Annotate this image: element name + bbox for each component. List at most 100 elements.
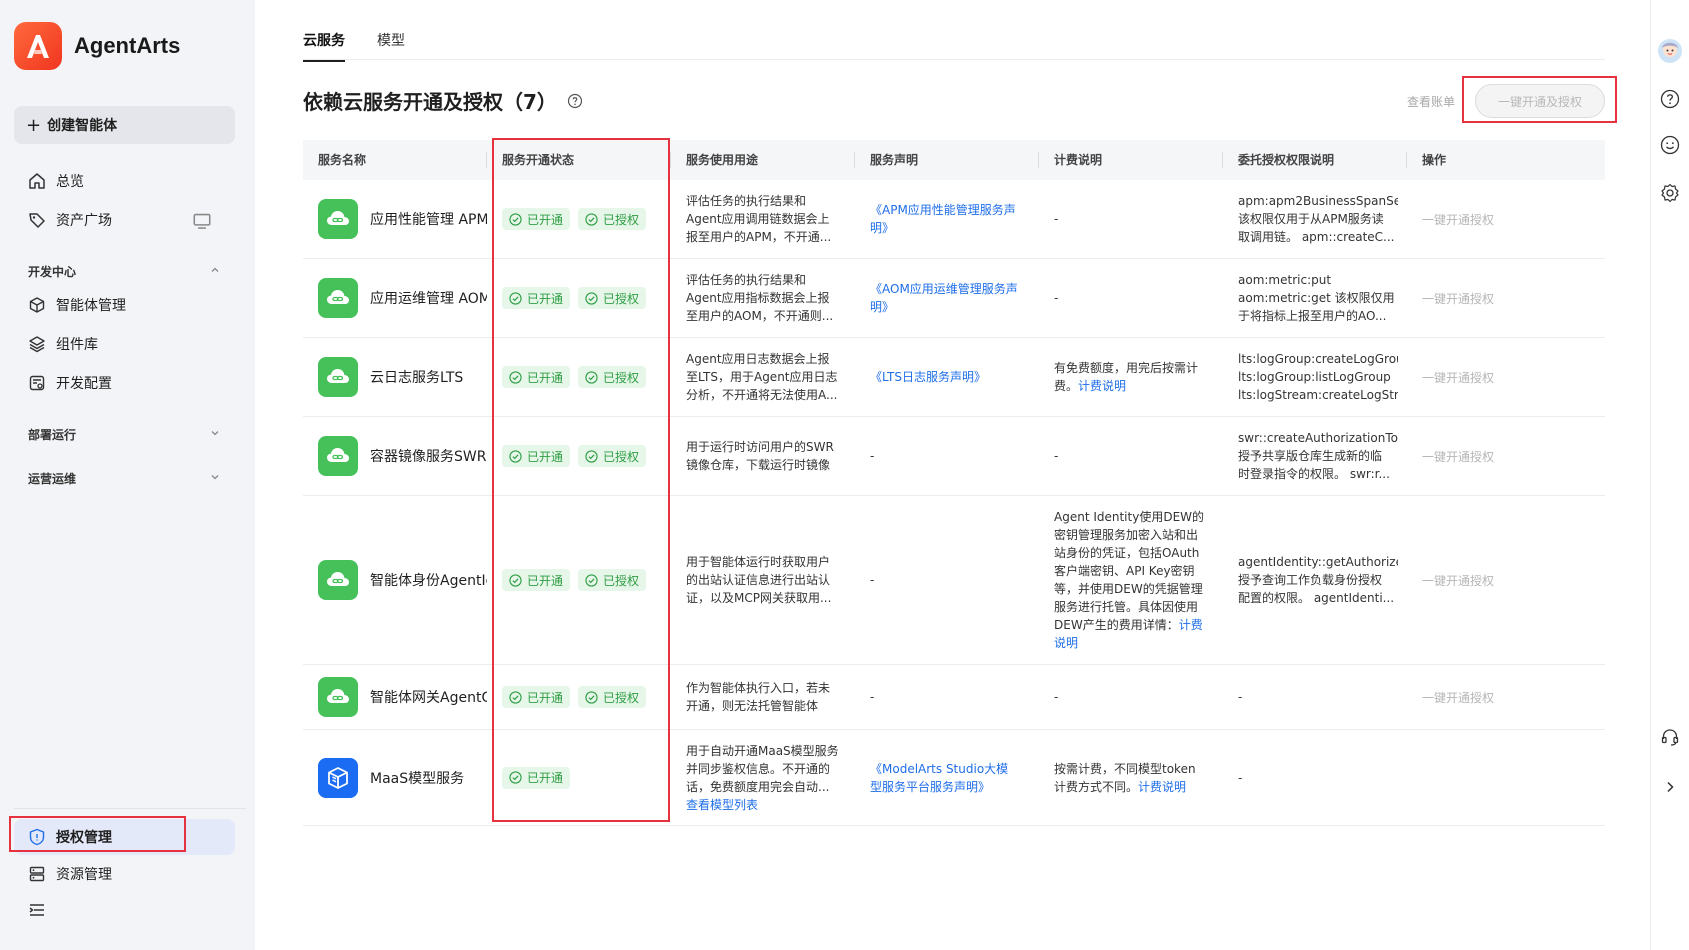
check-circle-icon — [585, 449, 603, 463]
create-agent-label: 创建智能体 — [47, 118, 118, 134]
sidebar-item-components[interactable]: 组件库 — [14, 326, 235, 362]
chevron-down-icon — [209, 471, 221, 486]
cell-billing: 有免费额度，用完后按需计费。计费说明 — [1039, 338, 1223, 416]
service-name: 云日志服务LTS — [370, 370, 464, 386]
usage-line: 用于智能体运行时获取用户 — [686, 555, 831, 569]
usage-line: 开通，则无法托管智能体 — [686, 699, 819, 713]
check-circle-icon — [585, 291, 603, 305]
collapse-sidebar-button[interactable] — [14, 892, 235, 928]
declaration-link[interactable]: 《APM应用性能管理服务声明》 — [870, 201, 1020, 237]
permission-line: agentIdentity::getAuthorizerConfig — [1238, 555, 1398, 569]
one-click-enable-authorize-button[interactable]: 一键开通及授权 — [1475, 84, 1605, 118]
cell-usage: 评估任务的执行结果和 Agent应用指标数据会上报 至用户的AOM，不开通则... — [671, 259, 855, 337]
cell-service-name: 智能体网关AgentGateway — [303, 665, 487, 729]
settings-gear-icon[interactable] — [1659, 182, 1681, 204]
cell-billing: 按需计费，不同模型token计费方式不同。计费说明 — [1039, 730, 1223, 825]
check-circle-icon — [585, 573, 603, 587]
sidebar-item-dev-config[interactable]: 开发配置 — [14, 365, 235, 401]
tab-models[interactable]: 模型 — [377, 30, 405, 62]
permission-line: 取调用链。 apm::createC... — [1238, 230, 1395, 244]
status-text: 已开通 — [527, 690, 564, 705]
billing-text: 按需计费，不同模型token计费方式不同。计费说明 — [1054, 760, 1204, 796]
chevron-right-icon[interactable] — [1659, 776, 1681, 798]
billing-description: Agent Identity使用DEW的密钥管理服务加密入站和出站身份的凭证，包… — [1054, 510, 1205, 632]
cube-icon — [29, 297, 45, 313]
cloud-link-icon — [318, 560, 358, 600]
monitor-icon[interactable] — [193, 212, 221, 234]
menu-collapse-icon — [29, 904, 44, 916]
permission-line: - — [1238, 690, 1243, 704]
declaration-link[interactable]: 《ModelArts Studio大模型服务平台服务声明》 — [870, 760, 1020, 796]
help-icon[interactable] — [567, 93, 583, 109]
create-agent-button[interactable]: + 创建智能体 — [14, 106, 235, 144]
brand[interactable]: AgentArts — [14, 22, 180, 70]
table-row: 云日志服务LTS 已开通 已授权 Agent应用日志数据会上报 至LTS，用于Agent… — [303, 338, 1605, 417]
cell-declaration: 《AOM应用运维管理服务声明》 — [855, 259, 1039, 337]
sidebar-item-agent-mgmt[interactable]: 智能体管理 — [14, 287, 235, 323]
cell-usage: 用于运行时访问用户的SWR 镜像仓库，下载运行时镜像 — [671, 417, 855, 495]
sidebar-item-assets[interactable]: 资产广场 — [14, 202, 235, 238]
status-badge-authorized: 已授权 — [578, 208, 647, 230]
status-text: 已开通 — [527, 449, 564, 464]
service-name: 容器镜像服务SWR — [370, 449, 487, 465]
sidebar-item-label: 开发配置 — [56, 376, 112, 392]
cube-icon — [318, 757, 358, 798]
check-circle-icon — [509, 573, 527, 587]
view-model-list-link[interactable]: 查看模型列表 — [686, 796, 851, 814]
usage-text: Agent应用日志数据会上报 至LTS，用于Agent应用日志 分析，不开通将无法使… — [686, 350, 851, 404]
usage-line: 评估任务的执行结果和 — [686, 273, 807, 287]
cell-declaration: 《ModelArts Studio大模型服务平台服务声明》 — [855, 730, 1039, 825]
cloud-link-icon — [318, 199, 358, 239]
brand-name: AgentArts — [74, 33, 181, 58]
sidebar-item-overview[interactable]: 总览 — [14, 163, 235, 199]
billing-details-link[interactable]: 计费说明 — [1078, 379, 1126, 393]
one-click-authorize-link[interactable]: 一键开通授权 — [1422, 211, 1494, 228]
one-click-authorize-link[interactable]: 一键开通授权 — [1422, 448, 1494, 465]
billing-details-link[interactable]: 计费说明 — [1138, 780, 1186, 794]
status-badge-authorized: 已授权 — [578, 366, 647, 388]
user-avatar[interactable] — [1657, 38, 1683, 64]
usage-text: 评估任务的执行结果和 Agent应用指标数据会上报 至用户的AOM，不开通则... — [686, 271, 851, 325]
status-badge-authorized: 已授权 — [578, 686, 647, 708]
one-click-authorize-link[interactable]: 一键开通授权 — [1422, 572, 1494, 589]
page-title: 依赖云服务开通及授权（7） — [303, 86, 583, 115]
check-circle-icon — [509, 690, 527, 704]
help-circle-icon[interactable] — [1659, 88, 1681, 110]
sidebar-section-deploy[interactable]: 部署运行 — [14, 419, 235, 449]
sidebar-section-ops[interactable]: 运营运维 — [14, 463, 235, 493]
feedback-smile-icon[interactable] — [1659, 134, 1681, 156]
cell-action — [1407, 730, 1605, 825]
one-click-authorize-link[interactable]: 一键开通授权 — [1422, 369, 1494, 386]
tab-cloud-services[interactable]: 云服务 — [303, 30, 345, 62]
usage-line: Agent应用日志数据会上报 — [686, 352, 830, 366]
chevron-down-icon — [209, 427, 221, 442]
cell-usage: Agent应用日志数据会上报 至LTS，用于Agent应用日志 分析，不开通将无法使… — [671, 338, 855, 416]
check-circle-icon — [585, 212, 603, 226]
sidebar-item-auth-mgmt[interactable]: 授权管理 — [14, 819, 235, 855]
shield-icon — [29, 828, 45, 846]
one-click-authorize-link[interactable]: 一键开通授权 — [1422, 290, 1494, 307]
cell-status: 已开通 已授权 — [487, 665, 671, 729]
cell-service-name: 容器镜像服务SWR — [303, 417, 487, 495]
permission-text: apm:apm2BusinessSpanSearch 该权限仅用于从APM服务读取… — [1238, 192, 1398, 246]
declaration-link[interactable]: 《LTS日志服务声明》 — [870, 368, 1020, 386]
agentarts-logo-icon — [14, 22, 62, 70]
chevron-up-icon — [209, 264, 221, 279]
view-bill-link[interactable]: 查看账单 — [1407, 93, 1455, 110]
billing-text: 有免费额度，用完后按需计费。计费说明 — [1054, 359, 1204, 395]
sidebar-section-dev-center[interactable]: 开发中心 — [14, 256, 235, 286]
cell-status: 已开通 已授权 — [487, 417, 671, 495]
layers-icon — [29, 336, 45, 353]
table-row: 智能体身份AgentIdentity 已开通 已授权 用于智能体运行时获取用户的出站认… — [303, 496, 1605, 665]
declaration-link[interactable]: 《AOM应用运维管理服务声明》 — [870, 280, 1020, 316]
status-text: 已授权 — [603, 370, 640, 385]
headset-support-icon[interactable] — [1659, 726, 1681, 748]
cell-service-name: 智能体身份AgentIdentity — [303, 496, 487, 664]
status-badge-authorized: 已授权 — [578, 569, 647, 591]
sidebar-item-resource-mgmt[interactable]: 资源管理 — [14, 856, 235, 892]
one-click-authorize-link[interactable]: 一键开通授权 — [1422, 689, 1494, 706]
cell-declaration: - — [855, 417, 1039, 495]
service-name: 智能体身份AgentIdentity — [370, 573, 487, 589]
cell-declaration: - — [855, 665, 1039, 729]
cell-billing: - — [1039, 665, 1223, 729]
